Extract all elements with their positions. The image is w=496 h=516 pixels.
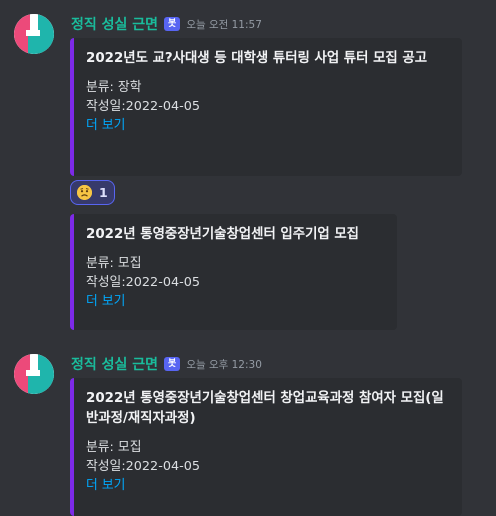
embed-category: 분류: 모집	[86, 256, 142, 271]
embed-date: 작성일:2022-04-05	[86, 99, 201, 114]
username[interactable]: 정직 성실 근면	[71, 354, 158, 374]
timestamp[interactable]: 오늘 오후 12:30	[186, 357, 262, 372]
message-group: 정직 성실 근면 봇 오늘 오후 12:30 2022년 통영중장년기술창업센터…	[0, 354, 496, 516]
embed-date: 작성일:2022-04-05	[86, 275, 201, 290]
embed-title: 2022년도 교?사대생 등 대학생 튜터링 사업 튜터 모집 공고	[86, 51, 428, 66]
more-link[interactable]: 더 보기	[86, 116, 448, 135]
message-group: 정직 성실 근면 봇 오늘 오전 11:57 2022년도 교?사대생 등 대학…	[0, 14, 496, 334]
timestamp[interactable]: 오늘 오전 11:57	[186, 17, 262, 32]
more-link[interactable]: 더 보기	[86, 292, 383, 311]
more-link[interactable]: 더 보기	[86, 476, 448, 495]
embed-title: 2022년 통영중장년기술창업센터 창업교육과정 참여자 모집(일반과정/재직자…	[86, 391, 444, 426]
embed-card: 2022년 통영중장년기술창업센터 창업교육과정 참여자 모집(일반과정/재직자…	[70, 378, 462, 516]
avatar[interactable]	[14, 354, 54, 394]
reaction-count: 1	[99, 185, 108, 200]
embed-category: 분류: 장학	[86, 80, 142, 95]
bot-avatar-icon	[14, 14, 54, 54]
message-header: 정직 성실 근면 봇 오늘 오전 11:57	[71, 14, 262, 34]
worried-face-icon	[77, 185, 92, 200]
embed-date: 작성일:2022-04-05	[86, 459, 201, 474]
avatar[interactable]	[14, 14, 54, 54]
bot-tag: 봇	[164, 17, 181, 31]
bot-avatar-icon	[14, 354, 54, 394]
embed-card: 2022년도 교?사대생 등 대학생 튜터링 사업 튜터 모집 공고 분류: 장…	[70, 38, 462, 176]
embed-card: 2022년 통영중장년기술창업센터 입주기업 모집 분류: 모집 작성일:202…	[70, 214, 397, 330]
embed-title: 2022년 통영중장년기술창업센터 입주기업 모집	[86, 227, 360, 242]
username[interactable]: 정직 성실 근면	[71, 14, 158, 34]
message-header: 정직 성실 근면 봇 오늘 오후 12:30	[71, 354, 262, 374]
bot-tag: 봇	[164, 357, 181, 371]
embed-category: 분류: 모집	[86, 440, 142, 455]
reaction-button[interactable]: 1	[70, 180, 115, 205]
